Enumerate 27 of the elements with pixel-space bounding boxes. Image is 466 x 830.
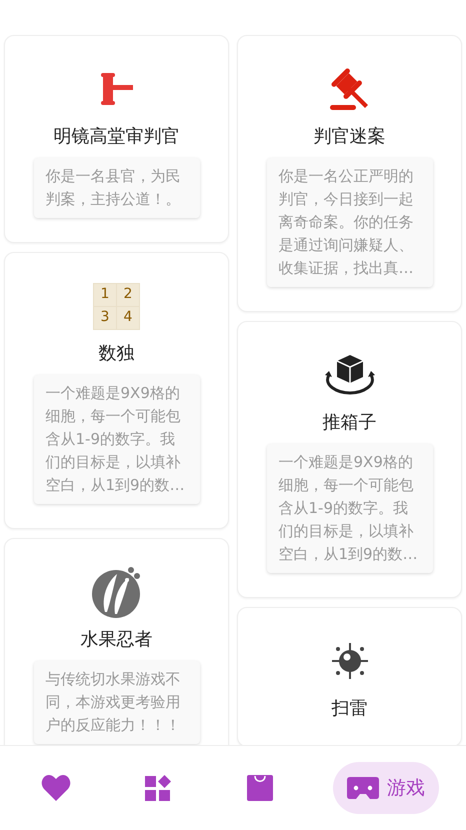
game-card[interactable]: 水果忍者 与传统切水果游戏不同，本游戏更考验用户的反应能力！！！ bbox=[4, 538, 229, 745]
widgets-icon bbox=[145, 774, 172, 802]
mine-icon bbox=[332, 643, 368, 679]
game-title: 明镜高堂审判官 bbox=[54, 125, 180, 149]
game-card[interactable]: 明镜高堂审判官 你是一名县官，为民判案，主持公道！。 bbox=[4, 35, 229, 243]
nav-tab[interactable]: 游戏 bbox=[332, 762, 439, 814]
game-card[interactable]: 扫雷 bbox=[237, 607, 462, 745]
shopping-bag-icon bbox=[246, 775, 273, 801]
game-description: 与传统切水果游戏不同，本游戏更考验用户的反应能力！！！ bbox=[34, 661, 200, 744]
game-description: 一个难题是9X9格的细胞，每一个可能包含从1-9的数字。我们的目标是，以填补空白，从1到9的数… bbox=[266, 444, 432, 573]
game-description: 你是一名县官，为民判案，主持公道！。 bbox=[34, 158, 200, 218]
number-grid-icon: 1 2 3 4 bbox=[93, 282, 140, 330]
gavel-icon bbox=[98, 73, 134, 105]
game-card[interactable]: 判官迷案 你是一名公正严明的判官，今日接到一起离奇命案。你的任务是通过询问嫌疑人、收集证据，找出真… bbox=[237, 35, 462, 312]
game-description: 你是一名公正严明的判官，今日接到一起离奇命案。你的任务是通过询问嫌疑人、收集证据，找出真… bbox=[266, 158, 432, 287]
game-title: 扫雷 bbox=[332, 697, 368, 721]
game-title: 判官迷案 bbox=[314, 125, 386, 149]
game-card[interactable]: 1 2 3 4 数独 一个难题是9X9格的细胞，每一个可能包含从1-9的数字。我们的目标是，以填补空白，从1到9的数… bbox=[4, 252, 229, 529]
game-description: 一个难题是9X9格的细胞，每一个可能包含从1-9的数字。我们的目标是，以填补空白，从1到9的数… bbox=[34, 375, 200, 504]
sliced-fruit-icon bbox=[90, 566, 142, 618]
game-title: 数独 bbox=[98, 342, 134, 366]
heart-icon bbox=[41, 774, 72, 802]
game-title: 水果忍者 bbox=[80, 628, 152, 652]
rotating-cube-icon bbox=[322, 353, 376, 397]
gamepad-icon bbox=[346, 777, 379, 799]
game-title: 推箱子 bbox=[322, 411, 376, 435]
game-card[interactable]: 推箱子 一个难题是9X9格的细胞，每一个可能包含从1-9的数字。我们的目标是，以填补空白，从1到9的数… bbox=[237, 321, 462, 598]
